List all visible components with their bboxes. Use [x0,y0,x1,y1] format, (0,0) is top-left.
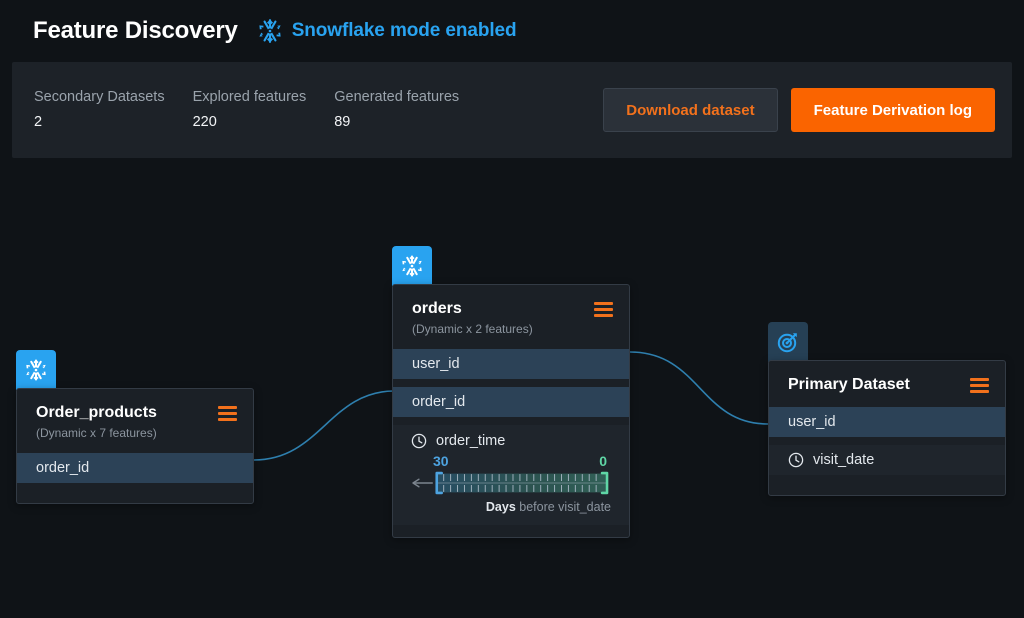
target-icon [777,333,797,353]
graph-canvas[interactable]: Order_products (Dynamic x 7 features) or… [0,158,1024,618]
time-field-title: order_time [411,433,611,449]
time-slider-scale: 30 0 [411,449,611,470]
field-label: order_id [412,394,466,410]
feature-discovery-page: Feature Discovery Snowflake mode enabled… [0,0,1024,618]
hamburger-icon[interactable] [970,378,989,393]
stats-bar: Secondary Datasets 2 Explored features 2… [12,62,1012,158]
stat-secondary-datasets: Secondary Datasets 2 [34,87,165,134]
node-body: orders (Dynamic x 2 features) user_id or… [392,284,630,538]
snowflake-icon [257,18,283,44]
node-title: Primary Dataset [788,376,910,393]
time-slider-end-label: 0 [599,453,607,469]
time-slider-unit: Days [485,500,516,514]
field-row-visit-date[interactable]: visit_date [769,445,1005,475]
field-row-order-id[interactable]: order_id [17,453,253,483]
field-label: user_id [788,414,836,430]
download-dataset-button[interactable]: Download dataset [603,88,778,132]
clock-icon [411,433,427,449]
time-slider-start-label: 30 [433,453,449,469]
page-header: Feature Discovery Snowflake mode enabled [0,0,1024,62]
time-slider[interactable] [411,470,611,496]
stat-value: 89 [334,113,351,130]
field-label: order_id [36,460,90,476]
page-title: Feature Discovery [33,17,238,44]
node-subtitle: (Dynamic x 7 features) [36,426,157,440]
clock-icon [788,452,804,468]
field-label: order_time [436,433,506,449]
field-row-user-id[interactable]: user_id [769,407,1005,437]
stats-group: Secondary Datasets 2 Explored features 2… [12,87,487,134]
stat-label: Generated features [334,88,460,105]
field-row-order-time[interactable]: order_time 30 0 Days before visit_date [393,425,629,525]
node-title: Order_products [36,404,157,421]
node-header: orders (Dynamic x 2 features) [393,285,629,349]
snowflake-mode-badge: Snowflake mode enabled [257,18,517,44]
hamburger-icon[interactable] [218,406,237,421]
stat-label: Explored features [192,88,307,105]
node-body: Primary Dataset user_id visit_date [768,360,1006,496]
feature-derivation-log-button[interactable]: Feature Derivation log [790,88,995,132]
stat-label: Secondary Datasets [34,88,165,105]
node-subtitle: (Dynamic x 2 features) [412,322,533,336]
node-body: Order_products (Dynamic x 7 features) or… [16,388,254,504]
node-tab-snowflake-icon [392,246,432,286]
field-label: visit_date [813,452,875,468]
node-tab-snowflake-icon [16,350,56,390]
node-header: Primary Dataset [769,361,1005,407]
edge-orders-to-primary [629,351,769,425]
stats-actions: Download dataset Feature Derivation log [603,88,1012,132]
snowflake-mode-label: Snowflake mode enabled [291,20,517,41]
time-slider-track[interactable] [411,470,611,496]
field-label: user_id [412,356,460,372]
field-row-order-id[interactable]: order_id [393,387,629,417]
field-row-user-id[interactable]: user_id [393,349,629,379]
edge-orderproducts-to-orders [253,390,395,461]
node-tab-target-icon [768,322,808,362]
time-slider-caption: Days before visit_date [411,500,611,514]
stat-generated-features: Generated features 89 [334,87,459,134]
time-slider-caption-suffix: before visit_date [515,500,611,514]
stat-value: 2 [34,113,43,130]
node-header: Order_products (Dynamic x 7 features) [17,389,253,453]
node-title: orders [412,300,462,317]
stat-value: 220 [192,113,217,130]
hamburger-icon[interactable] [594,302,613,317]
stat-explored-features: Explored features 220 [193,87,307,134]
